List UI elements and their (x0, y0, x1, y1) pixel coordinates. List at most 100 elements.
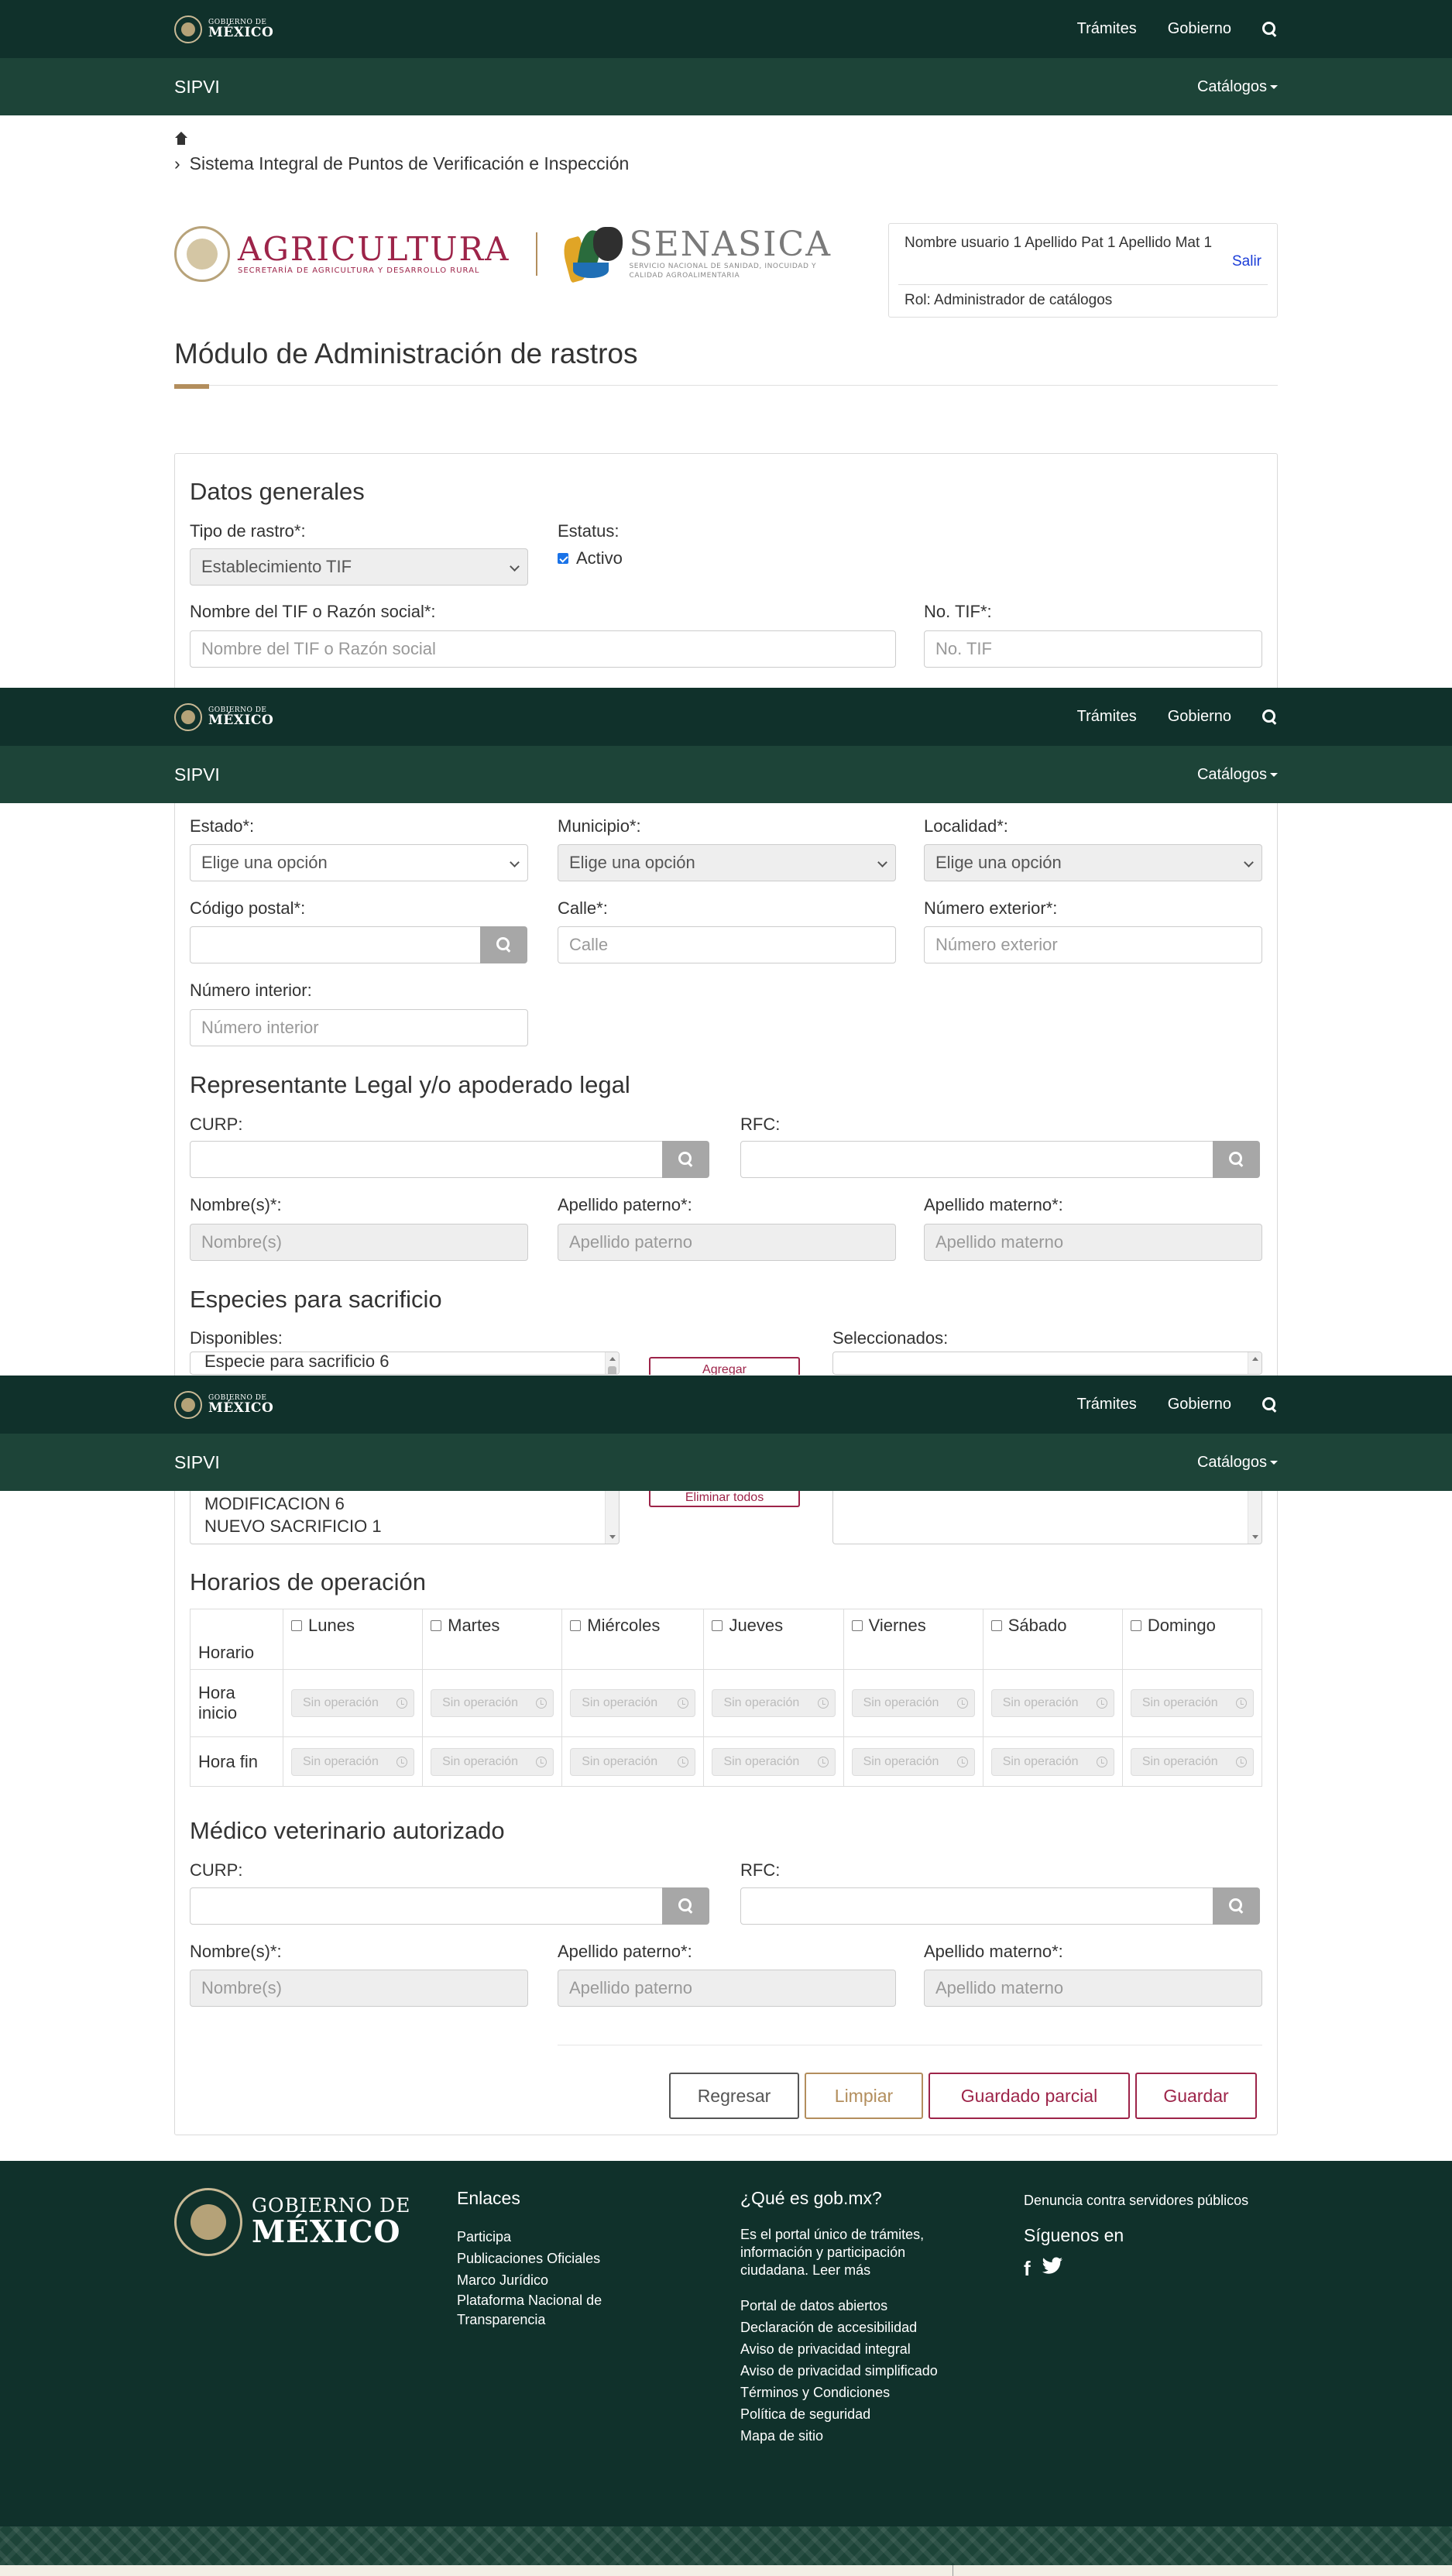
end-time-input[interactable]: Sin operación (570, 1747, 696, 1776)
footer-link-marco[interactable]: Marco Jurídico (457, 2269, 689, 2291)
calle-input[interactable]: Calle (558, 926, 896, 963)
day-miercoles-checkbox[interactable]: Miércoles (570, 1616, 695, 1636)
end-time-input[interactable]: Sin operación (431, 1747, 554, 1776)
rep-rfc-input[interactable] (740, 1141, 1213, 1178)
nav-tramites[interactable]: Trámites (1077, 20, 1137, 38)
day-martes-checkbox[interactable]: Martes (431, 1616, 554, 1636)
end-time-input[interactable]: Sin operación (851, 1747, 975, 1776)
checkbox-checked-icon[interactable] (558, 553, 568, 564)
footer-link-accesibilidad[interactable]: Declaración de accesibilidad (740, 2317, 973, 2338)
search-icon[interactable] (1262, 1396, 1278, 1413)
scroll-down-icon[interactable] (1252, 1535, 1258, 1539)
end-time-input[interactable]: Sin operación (990, 1747, 1114, 1776)
list-item[interactable]: Especie para sacrificio 6 (191, 1352, 619, 1371)
vet-curp-input[interactable] (190, 1887, 663, 1925)
scroll-up-icon[interactable] (1252, 1357, 1258, 1361)
numero-interior-input[interactable]: Número interior (190, 1009, 528, 1046)
start-time-input[interactable]: Sin operación (1130, 1689, 1254, 1717)
estatus-checkbox[interactable]: Activo (558, 548, 623, 568)
app-title[interactable]: SIPVI (174, 77, 220, 98)
save-button[interactable]: Guardar (1135, 2073, 1257, 2119)
nav-tramites[interactable]: Trámites (1077, 708, 1137, 726)
app-title[interactable]: SIPVI (174, 1452, 220, 1473)
scroll-up-icon[interactable] (609, 1357, 616, 1361)
scrollbar[interactable] (1248, 1491, 1261, 1544)
footer-report-link[interactable]: Denuncia contra servidores públicos (1024, 2190, 1279, 2211)
gob-logo[interactable]: GOBIERNO DE MÉXICO (174, 15, 273, 43)
end-time-input[interactable]: Sin operación (1130, 1747, 1254, 1776)
codigo-postal-input[interactable] (190, 926, 481, 963)
footer-link-publicaciones[interactable]: Publicaciones Oficiales (457, 2248, 689, 2269)
end-time-input[interactable]: Sin operación (712, 1747, 836, 1776)
checkbox-icon[interactable] (1130, 1620, 1141, 1631)
tipo-rastro-select[interactable]: Establecimiento TIF (190, 548, 528, 586)
nav-gobierno[interactable]: Gobierno (1168, 1396, 1231, 1413)
remove-all-species-button[interactable]: Eliminar todos (649, 1491, 800, 1507)
start-time-input[interactable]: Sin operación (990, 1689, 1114, 1717)
footer-link-participa[interactable]: Participa (457, 2226, 689, 2248)
clear-button[interactable]: Limpiar (805, 2073, 923, 2119)
day-domingo-checkbox[interactable]: Domingo (1130, 1616, 1254, 1636)
checkbox-icon[interactable] (291, 1620, 302, 1631)
footer-link-privacidad-integral[interactable]: Aviso de privacidad integral (740, 2338, 973, 2360)
checkbox-icon[interactable] (570, 1620, 582, 1631)
catalogos-menu[interactable]: Catálogos (1197, 78, 1278, 96)
vet-rfc-search-button[interactable] (1213, 1887, 1260, 1925)
twitter-icon[interactable] (1042, 2257, 1063, 2281)
nav-gobierno[interactable]: Gobierno (1168, 20, 1231, 38)
day-sabado-checkbox[interactable]: Sábado (990, 1616, 1114, 1636)
rep-rfc-search-button[interactable] (1213, 1141, 1260, 1178)
nombre-tif-input[interactable]: Nombre del TIF o Razón social (190, 630, 896, 668)
start-time-input[interactable]: Sin operación (851, 1689, 975, 1717)
vet-rfc-input[interactable] (740, 1887, 1213, 1925)
search-icon[interactable] (1262, 709, 1278, 725)
checkbox-icon[interactable] (851, 1620, 863, 1631)
available-species-list-top[interactable]: Especie para sacrificio 6 (190, 1352, 620, 1375)
nav-tramites[interactable]: Trámites (1077, 1396, 1137, 1413)
end-time-input[interactable]: Sin operación (291, 1747, 415, 1776)
list-item[interactable]: MODIFICACION 6 (191, 1491, 619, 1515)
rep-paterno-input[interactable]: Apellido paterno (558, 1224, 896, 1261)
selected-species-list-bottom[interactable] (832, 1491, 1262, 1544)
rep-curp-search-button[interactable] (662, 1141, 709, 1178)
municipio-select[interactable]: Elige una opción (558, 844, 896, 881)
checkbox-icon[interactable] (431, 1620, 442, 1631)
vet-curp-search-button[interactable] (662, 1887, 709, 1925)
day-jueves-checkbox[interactable]: Jueves (712, 1616, 835, 1636)
scrollbar[interactable] (605, 1491, 619, 1544)
catalogos-menu[interactable]: Catálogos (1197, 1454, 1278, 1472)
logout-link[interactable]: Salir (1232, 253, 1261, 270)
estado-select[interactable]: Elige una opción (190, 844, 528, 881)
day-viernes-checkbox[interactable]: Viernes (851, 1616, 975, 1636)
rep-nombre-input[interactable]: Nombre(s) (190, 1224, 528, 1261)
footer-link-terminos[interactable]: Términos y Condiciones (740, 2382, 973, 2403)
nav-gobierno[interactable]: Gobierno (1168, 708, 1231, 726)
localidad-select[interactable]: Elige una opción (924, 844, 1262, 881)
vet-paterno-input[interactable]: Apellido paterno (558, 1970, 896, 2007)
home-icon[interactable] (174, 132, 188, 146)
rep-curp-input[interactable] (190, 1141, 663, 1178)
gob-logo[interactable]: GOBIERNO DE MÉXICO (174, 1390, 273, 1419)
footer-logo[interactable]: GOBIERNO DE MÉXICO (174, 2188, 410, 2256)
facebook-icon[interactable]: f (1024, 2257, 1031, 2281)
checkbox-icon[interactable] (712, 1620, 723, 1631)
app-title[interactable]: SIPVI (174, 764, 220, 785)
vet-materno-input[interactable]: Apellido materno (924, 1970, 1262, 2007)
no-tif-input[interactable]: No. TIF (924, 630, 1262, 668)
footer-link-mapa[interactable]: Mapa de sitio (740, 2425, 973, 2447)
start-time-input[interactable]: Sin operación (291, 1689, 415, 1717)
back-button[interactable]: Regresar (669, 2073, 799, 2119)
scroll-down-icon[interactable] (609, 1535, 616, 1539)
scrollbar[interactable] (1248, 1352, 1261, 1374)
selected-species-list-top[interactable] (832, 1352, 1262, 1375)
add-species-button[interactable]: Agregar (649, 1357, 800, 1375)
start-time-input[interactable]: Sin operación (431, 1689, 554, 1717)
list-item[interactable]: NUEVO SACRIFICIO 1 (191, 1515, 619, 1537)
start-time-input[interactable]: Sin operación (712, 1689, 836, 1717)
footer-link-privacidad-simplificado[interactable]: Aviso de privacidad simplificado (740, 2360, 973, 2382)
scrollbar[interactable] (605, 1352, 619, 1374)
day-lunes-checkbox[interactable]: Lunes (291, 1616, 414, 1636)
cp-search-button[interactable] (480, 926, 527, 963)
partial-save-button[interactable]: Guardado parcial (929, 2073, 1130, 2119)
numero-exterior-input[interactable]: Número exterior (924, 926, 1262, 963)
